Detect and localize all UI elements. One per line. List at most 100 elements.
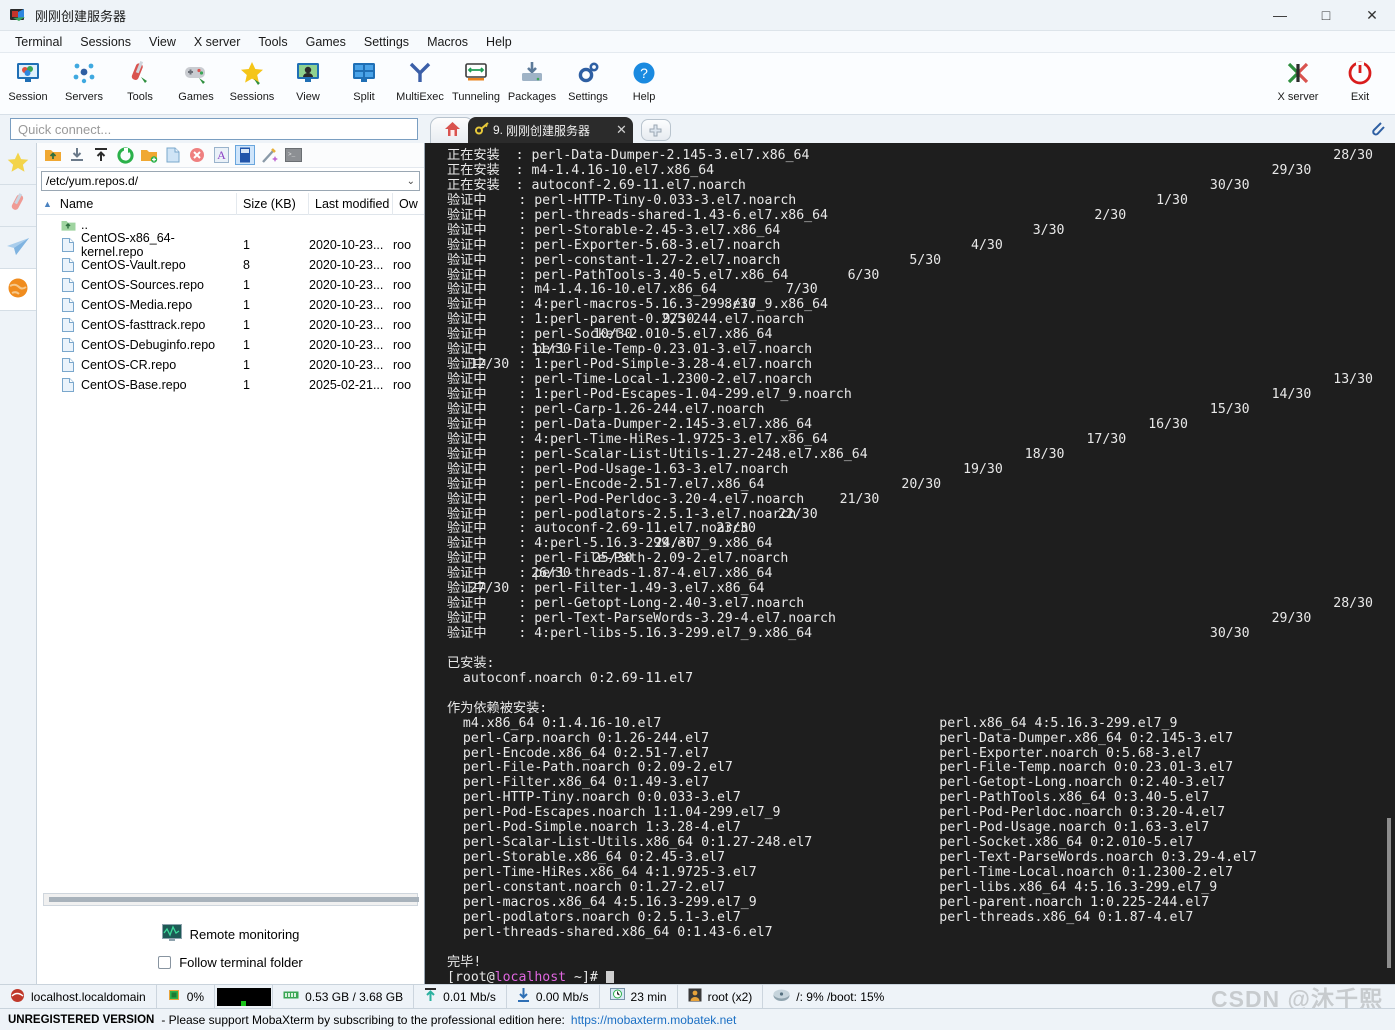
column-header-owner[interactable]: Ow — [393, 193, 423, 215]
menu-tools[interactable]: Tools — [249, 33, 296, 51]
ascii-a-icon[interactable]: A — [211, 145, 231, 165]
chevron-down-icon[interactable]: ⌄ — [407, 176, 415, 187]
terminal-output[interactable]: 28/30 正在安装 : perl-Data-Dumper-2.145-3.el7… — [425, 143, 1395, 984]
tab-close-icon[interactable]: ✕ — [616, 122, 627, 138]
file-name: CentOS-Media.repo — [81, 298, 193, 312]
terminal-line: 17/30 验证中 : 4:perl-Time-HiRes-1.9725-3.el… — [447, 431, 1127, 447]
menu-help[interactable]: Help — [477, 33, 521, 51]
column-header-size[interactable]: Size (KB) — [237, 192, 309, 215]
terminal-icon[interactable]: >_ — [283, 145, 303, 165]
toolbar-help-label: Help — [632, 91, 656, 103]
status-bar: localhost.localdomain 0% 0.53 GB / 3.68 … — [0, 984, 1395, 1009]
main-area: A >_ /etc/yum.repos.d/ ⌄ ▲ Name Size (KB… — [0, 143, 1395, 984]
menu-games[interactable]: Games — [297, 33, 355, 51]
toolbar-settings-button[interactable]: Settings — [560, 55, 616, 103]
close-button[interactable]: ✕ — [1349, 0, 1395, 31]
menu-terminal[interactable]: Terminal — [6, 33, 71, 51]
list-item[interactable]: CentOS-Base.repo 1 2025-02-21... roo — [37, 375, 424, 395]
toolbar-split-button[interactable]: Split — [336, 55, 392, 103]
column-header-modified[interactable]: Last modified — [309, 192, 393, 215]
status-disk[interactable]: /: 9% /boot: 15% — [763, 985, 894, 1009]
menu-x-server[interactable]: X server — [185, 33, 250, 51]
menu-bar: Terminal Sessions View X server Tools Ga… — [0, 31, 1395, 53]
status-memory[interactable]: 0.53 GB / 3.68 GB — [273, 984, 415, 1009]
toolbar-multiexec-button[interactable]: MultiExec — [392, 55, 448, 103]
rail-item-tools[interactable] — [0, 185, 36, 227]
sort-asc-icon[interactable]: ▲ — [43, 199, 52, 209]
list-item[interactable]: CentOS-Debuginfo.repo 1 2020-10-23... ro… — [37, 335, 424, 355]
clip-attachment-icon[interactable] — [1369, 119, 1387, 140]
status-users[interactable]: root (x2) — [678, 984, 764, 1009]
rail-item-world[interactable] — [0, 269, 36, 311]
list-item[interactable]: CentOS-Vault.repo 8 2020-10-23... roo — [37, 255, 424, 275]
file-owner: roo — [393, 238, 412, 252]
terminal-dependency-item: perl-Encode.x86_64 0:2.51-7.el7 perl-Exp… — [447, 745, 1202, 761]
toolbar-session-button[interactable]: Session — [0, 55, 56, 103]
status-host[interactable]: localhost.localdomain — [0, 984, 157, 1009]
column-header-name-label[interactable]: Name — [60, 197, 93, 211]
quick-connect-input[interactable]: Quick connect... — [10, 118, 418, 140]
rail-item-sftp[interactable] — [0, 227, 36, 269]
status-uptime[interactable]: 23 min — [600, 984, 678, 1009]
toolbar-tools-button[interactable]: Tools — [112, 55, 168, 103]
upload-icon[interactable] — [91, 145, 111, 165]
menu-view[interactable]: View — [140, 33, 185, 51]
binary-mode-icon[interactable] — [235, 145, 255, 165]
toolbar-tunneling-button[interactable]: Tunneling — [448, 55, 504, 103]
menu-settings[interactable]: Settings — [355, 33, 418, 51]
toolbar-help-button[interactable]: ? Help — [616, 55, 672, 103]
folder-up-icon[interactable] — [43, 145, 63, 165]
terminal-line: 14/30 验证中 : 1:perl-Pod-Escapes-1.04-299.e… — [447, 387, 1312, 402]
menu-macros[interactable]: Macros — [418, 33, 477, 51]
file-list[interactable]: .. CentOS-x86_64-kernel.repo 1 2020-10-2… — [37, 215, 424, 893]
file-modified: 2020-10-23... — [309, 238, 384, 252]
toolbar-settings-label: Settings — [568, 91, 608, 103]
file-name: CentOS-x86_64-kernel.repo — [80, 231, 175, 259]
terminal-dependency-item: perl-Scalar-List-Utils.x86_64 0:1.27-248… — [447, 835, 1194, 851]
delete-icon[interactable] — [187, 145, 207, 165]
column-header-name: ▲ Name — [37, 192, 237, 215]
file-size: 1 — [243, 278, 250, 292]
list-item[interactable]: CentOS-fasttrack.repo 1 2020-10-23... ro… — [37, 315, 424, 335]
terminal-line: 15/30 验证中 : perl-Carp-1.26-244.el7.noarch — [447, 401, 1250, 417]
list-item[interactable]: CentOS-Sources.repo 1 2020-10-23... roo — [37, 275, 424, 295]
status-download[interactable]: 0.00 Mb/s — [507, 984, 600, 1009]
toolbar-view-button[interactable]: View — [280, 55, 336, 103]
remote-monitoring-button[interactable]: Remote monitoring — [161, 924, 299, 945]
tab-active-session[interactable]: 9. 刚刚创建服务器 ✕ — [468, 117, 633, 143]
rail-item-favorites[interactable] — [0, 143, 36, 185]
toolbar-packages-button[interactable]: Packages — [504, 55, 560, 103]
follow-terminal-folder-checkbox[interactable] — [158, 956, 172, 969]
toolbar-tunneling-label: Tunneling — [452, 91, 500, 103]
menu-sessions[interactable]: Sessions — [71, 33, 140, 51]
list-item[interactable]: CentOS-Media.repo 1 2020-10-23... roo — [37, 295, 424, 315]
list-item[interactable]: CentOS-x86_64-kernel.repo 1 2020-10-23..… — [37, 231, 424, 259]
toolbar-exit-button[interactable]: Exit — [1329, 55, 1391, 103]
terminal-scrollbar[interactable] — [1382, 143, 1395, 984]
status-upload[interactable]: 0.01 Mb/s — [414, 984, 507, 1009]
file-list-horizontal-scrollbar[interactable] — [43, 893, 419, 906]
download-icon[interactable] — [67, 145, 87, 165]
toolbar-sessions-button[interactable]: Sessions — [224, 55, 280, 103]
maximize-button[interactable]: □ — [1303, 0, 1349, 31]
toolbar-games-button[interactable]: Games — [168, 55, 224, 103]
terminal-complete: 完毕! — [447, 954, 482, 970]
file-size: 8 — [243, 258, 250, 272]
list-item[interactable]: CentOS-CR.repo 1 2020-10-23... roo — [37, 355, 424, 375]
minimize-button[interactable]: — — [1257, 0, 1303, 31]
license-link[interactable]: https://mobaxterm.mobatek.net — [571, 1013, 736, 1027]
status-cpu[interactable]: 0% — [157, 984, 216, 1009]
toolbar-xserver-button[interactable]: X server — [1267, 55, 1329, 103]
file-size: 1 — [243, 238, 250, 252]
magic-wand-icon[interactable] — [259, 145, 279, 165]
follow-terminal-folder-row[interactable]: Follow terminal folder — [158, 955, 303, 970]
new-tab-button[interactable] — [640, 119, 671, 141]
status-cpu-graph[interactable] — [215, 984, 274, 1009]
toolbar-servers-button[interactable]: Servers — [56, 55, 112, 103]
new-folder-icon[interactable] — [139, 145, 159, 165]
file-modified: 2020-10-23... — [309, 338, 384, 352]
refresh-icon[interactable] — [115, 145, 135, 165]
terminal-line: 28/30 正在安装 : perl-Data-Dumper-2.145-3.el7… — [447, 148, 1373, 163]
new-file-icon[interactable] — [163, 145, 183, 165]
path-input[interactable]: /etc/yum.repos.d/ ⌄ — [41, 171, 420, 191]
